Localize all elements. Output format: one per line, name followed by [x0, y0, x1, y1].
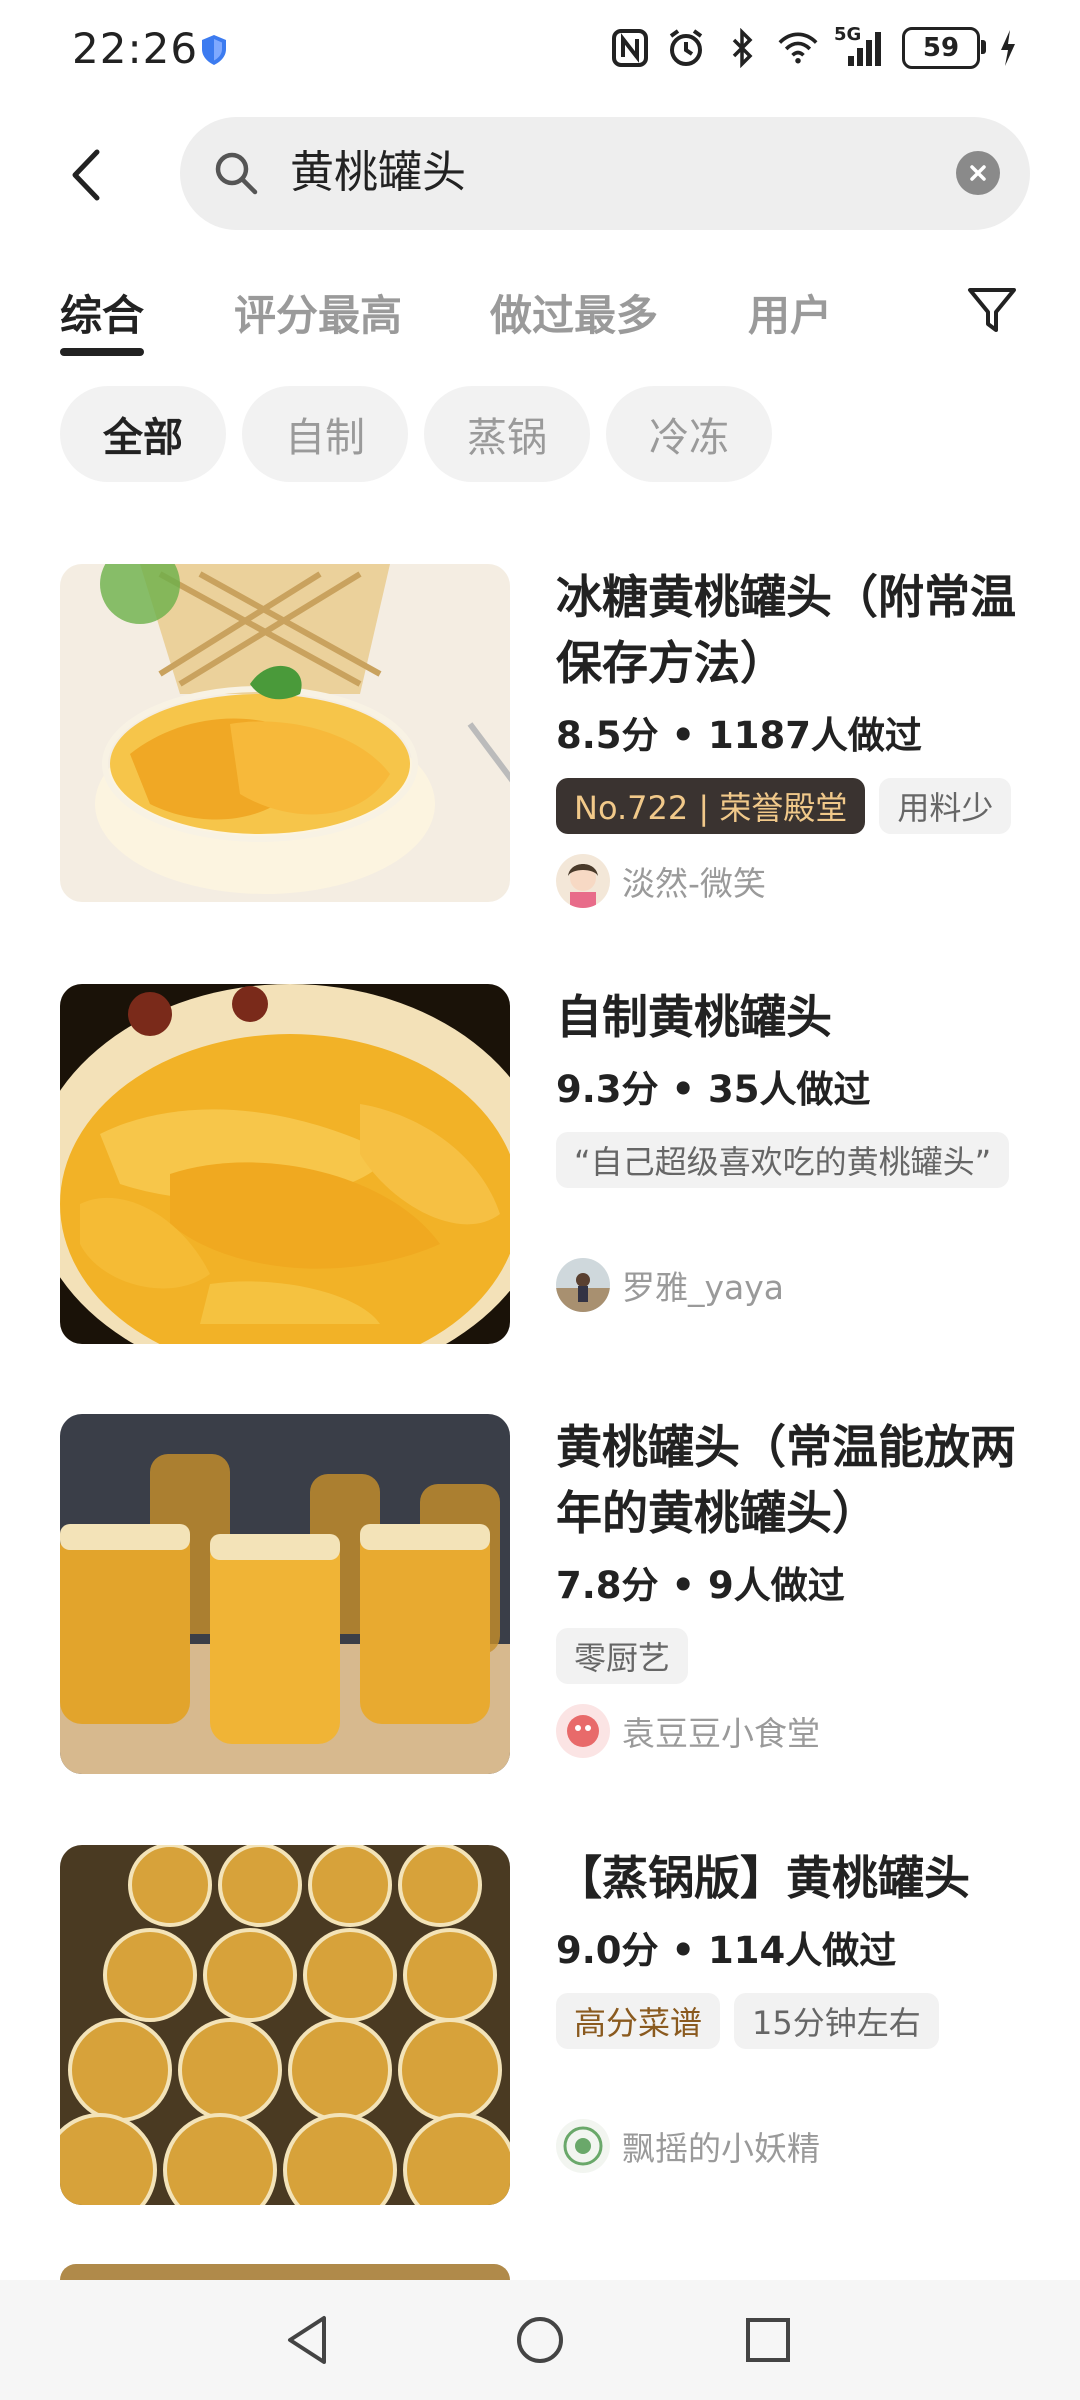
wifi-icon	[778, 26, 818, 70]
recipe-rating-count: 9.0分 • 114人做过	[556, 1929, 897, 1972]
clear-search-button[interactable]	[956, 151, 1000, 195]
recipe-rating-count: 8.5分 • 1187人做过	[556, 714, 922, 757]
recipe-tag: 零厨艺	[556, 1628, 689, 1684]
avatar	[556, 1704, 610, 1758]
recipe-card[interactable]: 自制黄桃罐头 9.3分 • 35人做过 “自己超级喜欢吃的黄桃罐头” 罗雅_ya…	[0, 984, 1080, 1344]
recipe-author[interactable]: 淡然-微笑	[556, 854, 1026, 908]
chip-homemade[interactable]: 自制	[242, 386, 408, 482]
charging-icon	[996, 26, 1020, 70]
avatar	[556, 1258, 610, 1312]
author-name: 袁豆豆小食堂	[622, 1714, 820, 1753]
alarm-icon	[666, 26, 706, 70]
battery-level: 59	[922, 33, 960, 63]
chip-steamer[interactable]: 蒸锅	[424, 386, 590, 482]
recipe-title[interactable]: 黄桃罐头（常温能放两年的黄桃罐头）	[556, 1414, 1026, 1546]
back-button[interactable]	[56, 140, 116, 210]
recipe-info: 冰糖黄桃罐头（附常温保存方法） 8.5分 • 1187人做过 No.722 | …	[556, 564, 1026, 908]
close-icon	[970, 165, 986, 181]
status-bar: 22:26 5G 59	[0, 0, 1080, 100]
search-icon	[215, 152, 258, 195]
bluetooth-icon	[722, 26, 762, 70]
recipe-thumbnail[interactable]	[60, 564, 510, 902]
search-query: 黄桃罐头	[290, 147, 466, 198]
recipe-quote-tag: “自己超级喜欢吃的黄桃罐头”	[556, 1132, 1010, 1188]
recipe-tags: 零厨艺	[556, 1628, 1026, 1684]
recipe-info: 黄桃罐头（常温能放两年的黄桃罐头） 7.8分 • 9人做过 零厨艺 袁豆豆小食堂	[556, 1414, 1026, 1758]
battery-icon: 59	[902, 27, 986, 69]
status-time: 22:26	[72, 24, 199, 73]
tab-comprehensive[interactable]: 综合	[60, 282, 144, 343]
recipe-thumbnail[interactable]	[60, 1845, 510, 2205]
recipe-title[interactable]: 自制黄桃罐头	[556, 984, 1026, 1050]
recipe-tags: “自己超级喜欢吃的黄桃罐头”	[556, 1132, 1026, 1188]
chip-all[interactable]: 全部	[60, 386, 226, 482]
recipe-thumbnail-partial[interactable]	[60, 2264, 510, 2280]
recipe-card[interactable]: 【蒸锅版】黄桃罐头 9.0分 • 114人做过 高分菜谱 15分钟左右 飘摇的小…	[0, 1845, 1080, 2205]
signal-icon: 5G	[834, 24, 886, 70]
nfc-icon	[610, 26, 650, 70]
tab-highest-rated[interactable]: 评分最高	[234, 282, 402, 343]
recipe-thumbnail[interactable]	[60, 984, 510, 1344]
back-arrow-icon	[72, 149, 100, 201]
honor-badge: No.722 | 荣誉殿堂	[556, 778, 866, 834]
shield-icon	[202, 35, 226, 65]
sort-tabs: 综合 评分最高 做过最多 用户	[0, 272, 1080, 362]
chip-frozen[interactable]: 冷冻	[606, 386, 772, 482]
recipe-tags: 高分菜谱 15分钟左右	[556, 1993, 1026, 2049]
high-score-tag: 高分菜谱	[556, 1993, 721, 2049]
author-name: 罗雅_yaya	[622, 1268, 785, 1307]
recipe-thumbnail[interactable]	[60, 1414, 510, 1774]
tab-users[interactable]: 用户	[748, 282, 832, 343]
network-type: 5G	[834, 24, 862, 45]
status-icons: 5G 59	[610, 24, 1020, 70]
recipe-info: 自制黄桃罐头 9.3分 • 35人做过 “自己超级喜欢吃的黄桃罐头” 罗雅_ya…	[556, 984, 1026, 1312]
system-nav-bar	[0, 2280, 1080, 2400]
search-input[interactable]: 黄桃罐头	[180, 117, 1030, 230]
recipe-author[interactable]: 罗雅_yaya	[556, 1258, 1026, 1312]
recipe-title[interactable]: 【蒸锅版】黄桃罐头	[556, 1845, 1026, 1911]
author-name: 淡然-微笑	[622, 864, 766, 903]
recipe-rating-count: 9.3分 • 35人做过	[556, 1068, 871, 1111]
avatar	[556, 854, 610, 908]
tab-most-made[interactable]: 做过最多	[490, 282, 658, 343]
recipe-rating-count: 7.8分 • 9人做过	[556, 1564, 845, 1607]
recipe-card[interactable]: 黄桃罐头（常温能放两年的黄桃罐头） 7.8分 • 9人做过 零厨艺 袁豆豆小食堂	[0, 1414, 1080, 1774]
author-name: 飘摇的小妖精	[622, 2129, 820, 2168]
nav-home-icon[interactable]	[510, 2310, 570, 2370]
recipe-title[interactable]: 冰糖黄桃罐头（附常温保存方法）	[556, 564, 1026, 696]
recipe-card[interactable]: 冰糖黄桃罐头（附常温保存方法） 8.5分 • 1187人做过 No.722 | …	[0, 564, 1080, 924]
recipe-author[interactable]: 飘摇的小妖精	[556, 2119, 1026, 2173]
active-tab-indicator	[60, 348, 144, 356]
time-tag: 15分钟左右	[734, 1993, 939, 2049]
recipe-author[interactable]: 袁豆豆小食堂	[556, 1704, 1026, 1758]
avatar	[556, 2119, 610, 2173]
filter-icon[interactable]	[962, 280, 1022, 340]
recipe-tags: No.722 | 荣誉殿堂 用料少	[556, 778, 1026, 834]
recipe-info: 【蒸锅版】黄桃罐头 9.0分 • 114人做过 高分菜谱 15分钟左右 飘摇的小…	[556, 1845, 1026, 2173]
recipe-tag: 用料少	[879, 778, 1012, 834]
nav-recents-icon[interactable]	[738, 2310, 798, 2370]
nav-back-icon[interactable]	[280, 2310, 340, 2370]
